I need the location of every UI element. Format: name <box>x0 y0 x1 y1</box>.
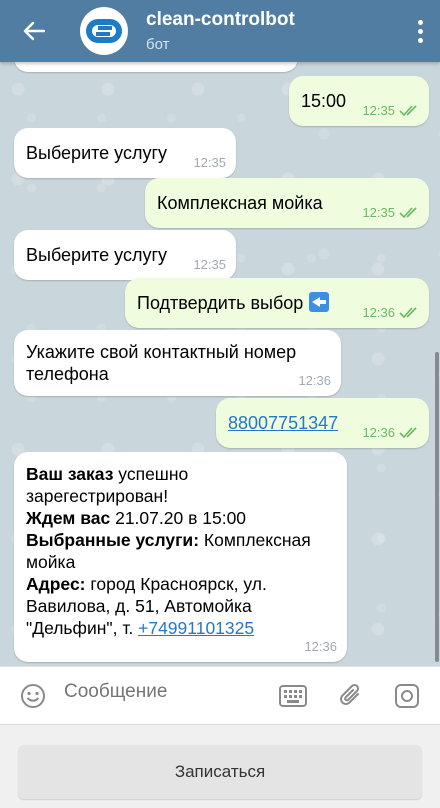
message-bubble-incoming: Выберите услугу 12:35 <box>14 128 236 178</box>
message-meta: 12:36 <box>304 639 337 654</box>
wait-label: Ждем вас <box>26 508 111 528</box>
message-text: Выберите услугу <box>26 143 168 163</box>
wait-text: 21.07.20 в 15:00 <box>110 508 247 528</box>
chat-subtitle: бот <box>146 36 170 53</box>
double-check-icon <box>399 207 417 218</box>
message-text: Подтвердить выбор <box>137 292 330 314</box>
message-text: Комплексная мойка <box>157 193 323 213</box>
message-bubble-outgoing: Комплексная мойка 12:35 <box>145 178 429 228</box>
message-time: 12:36 <box>298 373 331 388</box>
order-confirmation-text: Ваш заказ успешно зарегестрирован! Ждем … <box>14 452 347 639</box>
services-label: Выбранные услуги: <box>26 530 200 550</box>
message-meta: 12:35 <box>193 155 226 170</box>
more-vertical-icon[interactable] <box>408 14 432 48</box>
message-meta: 12:35 <box>362 205 419 220</box>
phone-link[interactable]: +74991101325 <box>138 618 254 638</box>
message-time: 12:36 <box>362 425 395 440</box>
message-meta: 12:36 <box>362 425 419 440</box>
bot-avatar[interactable] <box>80 7 128 55</box>
message-list[interactable]: 15:00 12:35 Выберите услугу 12:35 Компле… <box>0 62 440 666</box>
order-label: Ваш заказ <box>26 464 114 484</box>
message-time: 12:35 <box>193 257 226 272</box>
address-label: Адрес: <box>26 574 86 594</box>
back-arrow-emoji-icon <box>309 292 330 312</box>
message-time: 12:35 <box>362 205 395 220</box>
message-text: 15:00 <box>301 91 347 111</box>
message-bubble-incoming-order: Ваш заказ успешно зарегестрирован! Ждем … <box>14 452 347 662</box>
phone-link[interactable]: 88007751347 <box>228 412 338 434</box>
message-input[interactable] <box>64 681 264 703</box>
double-check-icon <box>399 427 417 438</box>
message-bubble-incoming-partial <box>14 62 298 72</box>
message-text-content: Подтвердить выбор <box>137 293 304 313</box>
message-time: 12:36 <box>362 305 395 320</box>
chat-title[interactable]: clean-controlbot <box>146 9 295 31</box>
back-arrow-icon[interactable] <box>14 14 54 48</box>
scrollbar[interactable] <box>435 352 439 662</box>
emoji-icon[interactable] <box>18 681 48 711</box>
message-bubble-incoming: Укажите свой контактный номер телефона 1… <box>14 330 341 396</box>
message-meta: 12:36 <box>362 305 419 320</box>
message-bubble-outgoing: 15:00 12:35 <box>289 76 429 126</box>
camera-icon[interactable] <box>392 681 422 711</box>
message-meta: 12:35 <box>362 103 419 118</box>
message-bubble-incoming: Выберите услугу 12:35 <box>14 230 236 280</box>
message-composer <box>0 666 440 724</box>
message-text: Укажите свой контактный номер телефона <box>26 342 297 384</box>
chat-header: clean-controlbot бот <box>0 0 440 62</box>
bot-keyboard-icon[interactable] <box>278 681 308 711</box>
message-time: 12:36 <box>304 639 337 654</box>
signup-button[interactable]: Записаться <box>18 745 422 799</box>
message-meta: 12:36 <box>298 373 331 388</box>
message-time: 12:35 <box>362 103 395 118</box>
message-text: Выберите услугу <box>26 245 168 265</box>
message-bubble-outgoing: Подтвердить выбор 12:36 <box>125 278 429 328</box>
double-check-icon <box>399 105 417 116</box>
bot-reply-keyboard: Записаться <box>0 724 440 808</box>
double-check-icon <box>399 307 417 318</box>
bot-logo <box>86 19 122 43</box>
attach-icon[interactable] <box>336 681 366 711</box>
message-bubble-outgoing: 88007751347 12:36 <box>216 398 429 448</box>
message-meta: 12:35 <box>193 257 226 272</box>
message-time: 12:35 <box>193 155 226 170</box>
